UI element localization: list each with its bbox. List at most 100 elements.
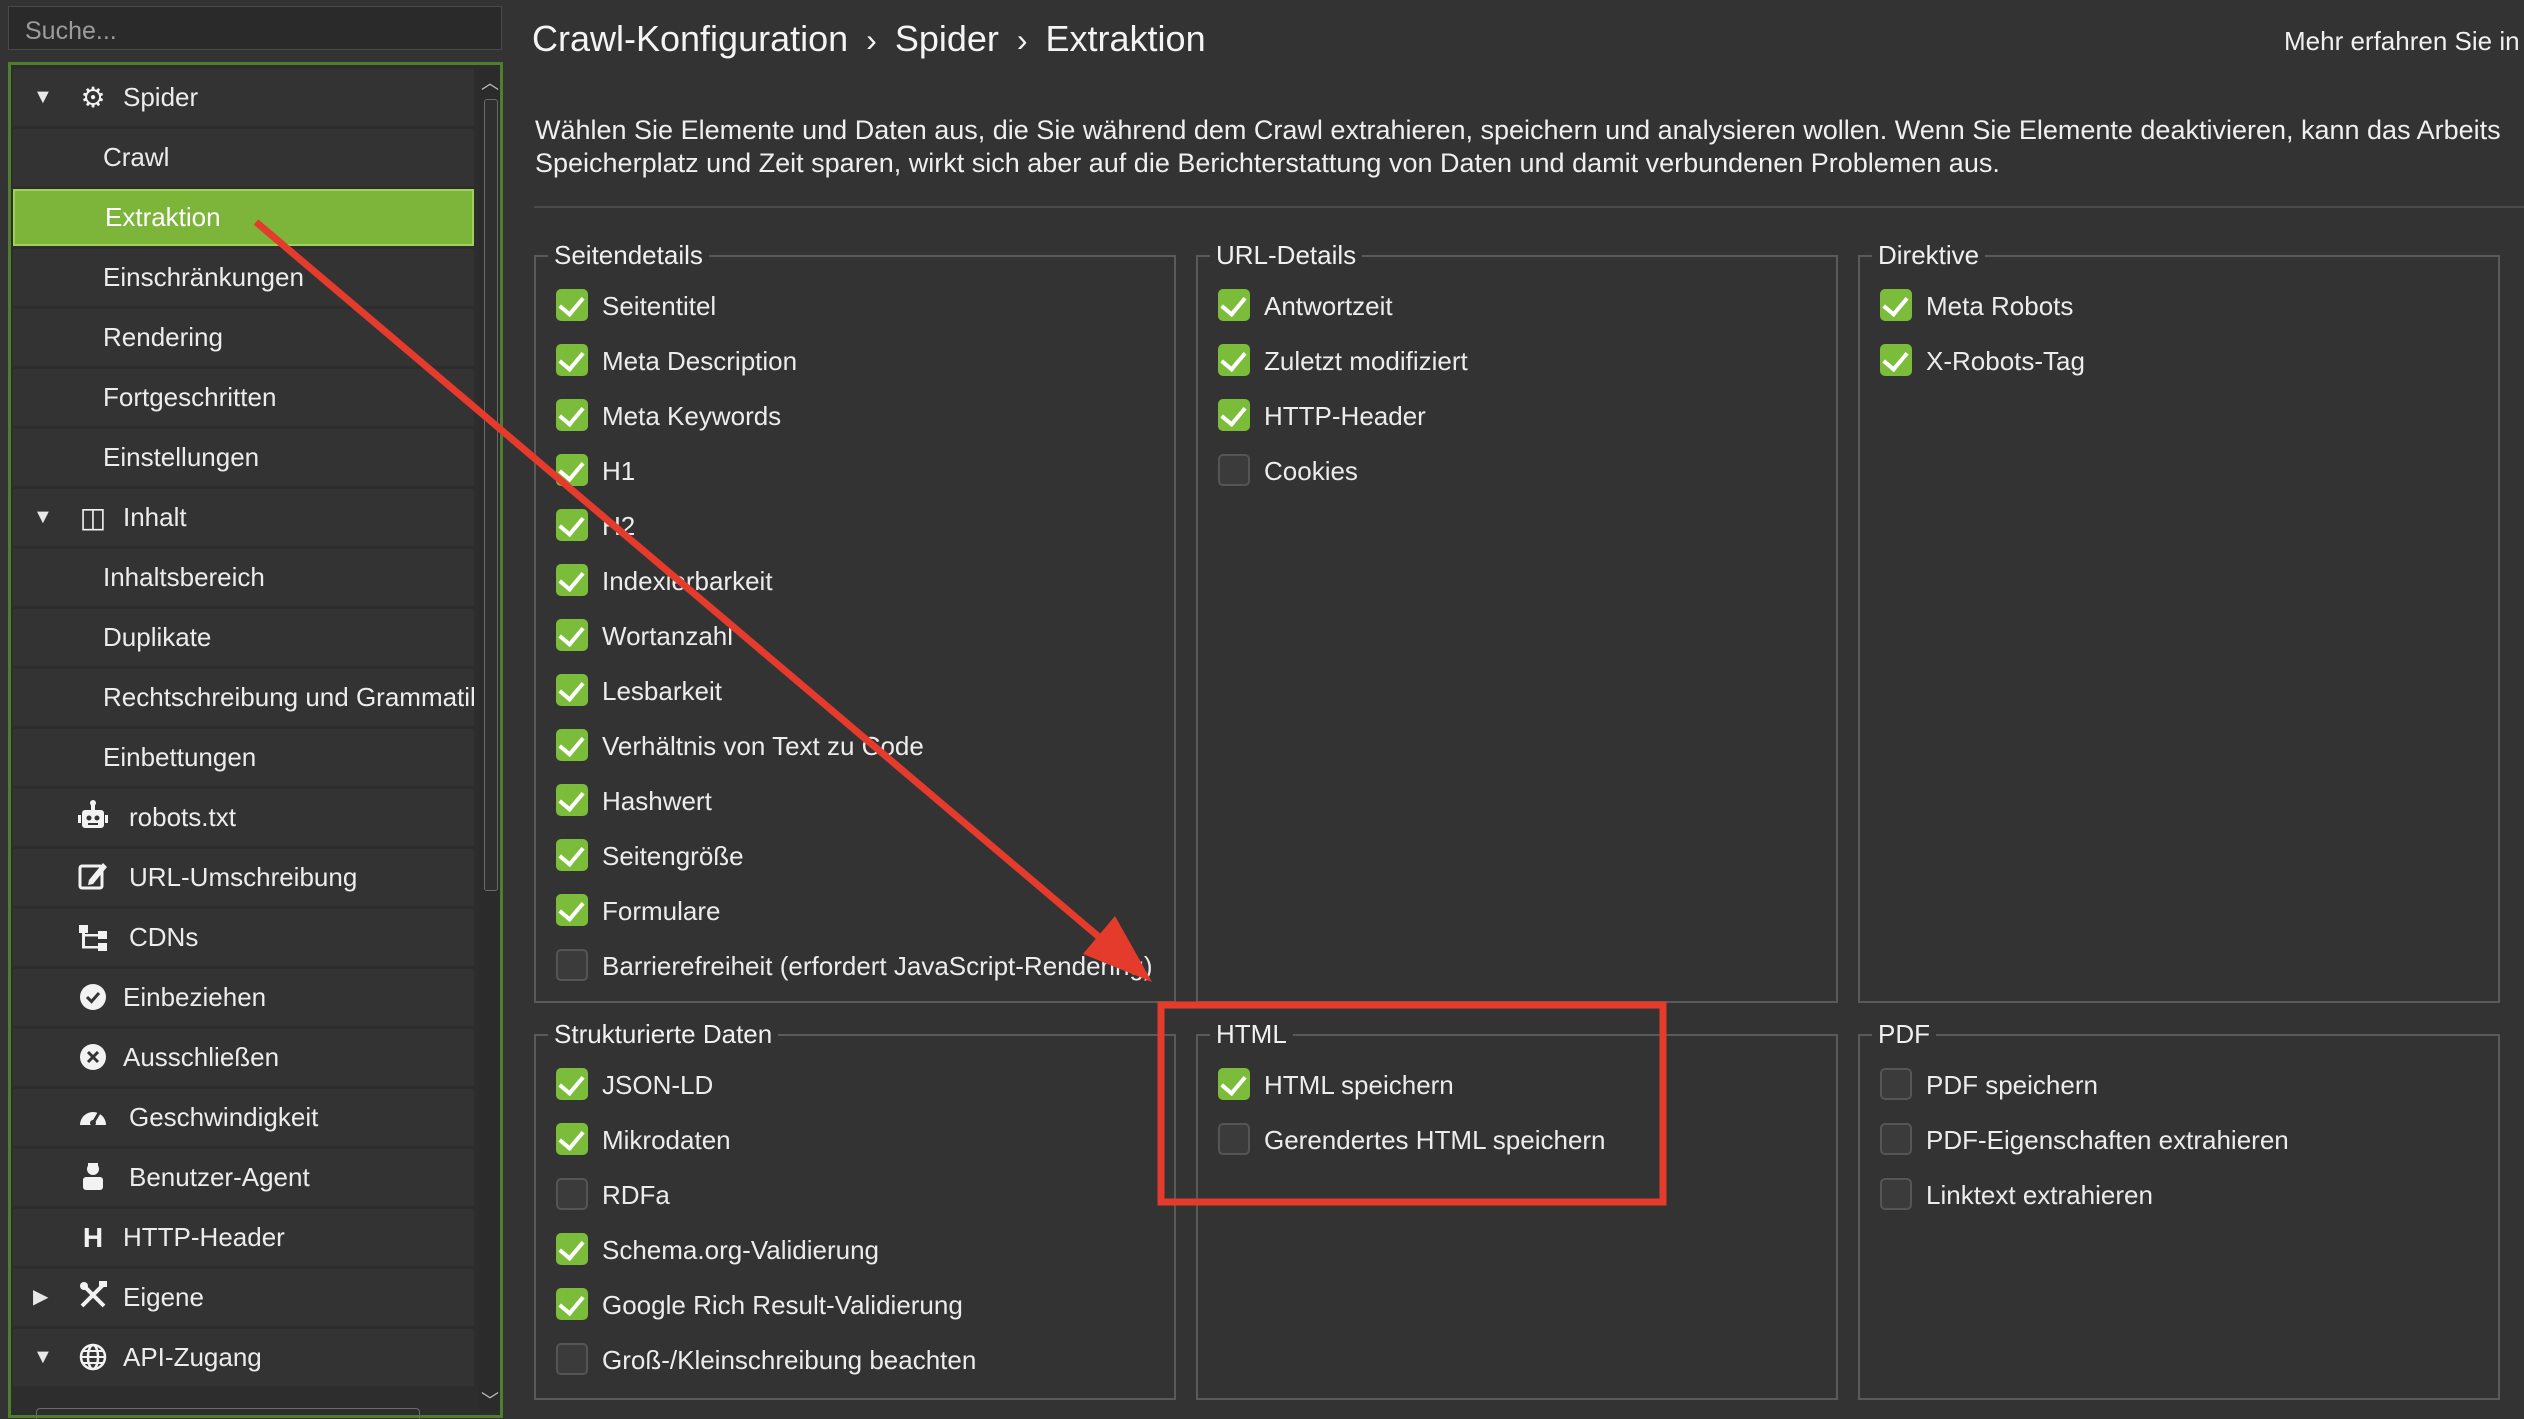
checkbox-label: Groß-/Kleinschreibung beachten (602, 1345, 977, 1375)
tree-item-rechtschreibung[interactable]: Rechtschreibung und Grammatik (13, 669, 474, 726)
group-html: HTML HTML speichern Gerendertes HTML spe… (1196, 1019, 1838, 1400)
breadcrumb-item[interactable]: Crawl-Konfiguration (532, 18, 848, 59)
checkbox-label: Meta Description (602, 346, 798, 376)
checkbox-checked[interactable] (556, 839, 588, 871)
checkbox-label: Meta Robots (1926, 291, 2074, 321)
tree-item-label: Ausschließen (123, 1042, 280, 1072)
checkbox-unchecked[interactable] (556, 1343, 588, 1375)
tree-item-einstellungen[interactable]: Einstellungen (13, 429, 474, 486)
checkbox-unchecked[interactable] (556, 1178, 588, 1210)
checkbox-unchecked[interactable] (1218, 454, 1250, 486)
checkbox-checked[interactable] (1880, 289, 1912, 321)
checkbox-checked[interactable] (556, 344, 588, 376)
tree-item-label: Crawl (103, 142, 170, 172)
learn-more-link[interactable]: Mehr erfahren Sie in (2284, 26, 2520, 57)
robot-icon (77, 789, 109, 846)
checkbox-checked[interactable] (1880, 344, 1912, 376)
tree-item-fortgeschritten[interactable]: Fortgeschritten (13, 369, 474, 426)
checkbox-label: Google Rich Result-Validierung (602, 1290, 963, 1320)
checkbox-checked[interactable] (556, 289, 588, 321)
checkbox-checked[interactable] (556, 894, 588, 926)
tree-item-eigene[interactable]: ▶ Eigene (13, 1269, 474, 1326)
collapse-triangle-icon[interactable]: ▼ (33, 489, 53, 546)
checkbox-checked[interactable] (556, 454, 588, 486)
checkbox-checked[interactable] (556, 1068, 588, 1100)
edit-icon (77, 849, 109, 906)
breadcrumb-item: Extraktion (1045, 18, 1206, 59)
tree-item-spider[interactable]: ▼ ⚙ Spider (13, 69, 474, 126)
checkbox-label: JSON-LD (602, 1070, 714, 1100)
tree-item-extraktion[interactable]: Extraktion (13, 189, 474, 246)
checkbox-label: Indexierbarkeit (602, 566, 773, 596)
tree-item-benutzer-agent[interactable]: Benutzer-Agent (13, 1149, 474, 1206)
tree-item-http-header[interactable]: H HTTP-Header (13, 1209, 474, 1266)
group-strukturierte-daten: Strukturierte Daten JSON-LD Mikrodaten R… (534, 1019, 1176, 1400)
scrollbar-thumb[interactable] (484, 99, 498, 891)
tree-item-cdns[interactable]: CDNs (13, 909, 474, 966)
checkbox-checked[interactable] (556, 399, 588, 431)
tree-item-robots-txt[interactable]: robots.txt (13, 789, 474, 846)
checkbox-checked[interactable] (556, 729, 588, 761)
sitemap-icon (77, 909, 109, 966)
tree-item-einbeziehen[interactable]: Einbeziehen (13, 969, 474, 1026)
collapse-triangle-icon[interactable]: ▼ (33, 69, 53, 126)
tree-horizontal-scrollbar[interactable] (36, 1408, 420, 1419)
checkbox-label: H1 (602, 456, 636, 486)
tree-item-einschraenkungen[interactable]: Einschränkungen (13, 249, 474, 306)
checkbox-label: Meta Keywords (602, 401, 782, 431)
checkbox-unchecked[interactable] (1880, 1178, 1912, 1210)
group-url-details: URL-Details Antwortzeit Zuletzt modifizi… (1196, 240, 1838, 1003)
search-input[interactable]: Suche... (8, 6, 502, 50)
checkbox-checked[interactable] (1218, 344, 1250, 376)
expand-triangle-icon[interactable]: ▶ (33, 1269, 48, 1326)
tree-item-crawl[interactable]: Crawl (13, 129, 474, 186)
tree-item-inhalt[interactable]: ▼ ◫ Inhalt (13, 489, 474, 546)
group-title: Seitendetails (548, 240, 709, 270)
breadcrumb: Crawl-Konfiguration › Spider › Extraktion (532, 18, 1206, 60)
group-title: URL-Details (1210, 240, 1363, 270)
group-direktive: Direktive Meta Robots X-Robots-Tag (1858, 240, 2500, 1003)
scroll-up-icon[interactable]: ︿ (481, 69, 499, 95)
page-description: Wählen Sie Elemente und Daten aus, die S… (535, 114, 2524, 184)
collapse-triangle-icon[interactable]: ▼ (33, 1329, 53, 1386)
checkbox-unchecked[interactable] (556, 949, 588, 981)
tree-item-label: HTTP-Header (123, 1222, 285, 1252)
checkbox-checked[interactable] (556, 619, 588, 651)
checkbox-checked[interactable] (556, 509, 588, 541)
scroll-down-icon[interactable]: ﹀ (481, 1387, 499, 1413)
tree-vertical-scrollbar[interactable]: ︿ ﹀ (479, 69, 500, 1413)
tree-item-ausschliessen[interactable]: Ausschließen (13, 1029, 474, 1086)
tree-item-url-umschreibung[interactable]: URL-Umschreibung (13, 849, 474, 906)
checkbox-label: Cookies (1264, 456, 1358, 486)
tree-item-einbettungen[interactable]: Einbettungen (13, 729, 474, 786)
checkbox-checked[interactable] (1218, 399, 1250, 431)
tree-item-label: Spider (123, 82, 199, 112)
tree-item-geschwindigkeit[interactable]: Geschwindigkeit (13, 1089, 474, 1146)
checkbox-checked[interactable] (556, 1288, 588, 1320)
tree-item-label: Eigene (123, 1282, 204, 1312)
checkbox-unchecked[interactable] (1218, 1123, 1250, 1155)
checkbox-checked[interactable] (1218, 1068, 1250, 1100)
checkbox-unchecked[interactable] (1880, 1123, 1912, 1155)
tree-item-label: CDNs (129, 922, 199, 952)
tree-item-api-zugang[interactable]: ▼ API-Zugang (13, 1329, 474, 1386)
tree-item-duplikate[interactable]: Duplikate (13, 609, 474, 666)
checkbox-checked[interactable] (556, 1123, 588, 1155)
checkbox-checked[interactable] (556, 674, 588, 706)
checkbox-label: Seitengröße (602, 841, 744, 871)
tree-item-rendering[interactable]: Rendering (13, 309, 474, 366)
check-circle-icon (77, 969, 109, 1026)
tree-item-label: Benutzer-Agent (129, 1162, 310, 1192)
checkbox-label: HTTP-Header (1264, 401, 1426, 431)
checkbox-checked[interactable] (556, 564, 588, 596)
description-line: Wählen Sie Elemente und Daten aus, die S… (535, 115, 2501, 145)
checkbox-checked[interactable] (1218, 289, 1250, 321)
checkbox-checked[interactable] (556, 784, 588, 816)
tree-item-inhaltsbereich[interactable]: Inhaltsbereich (13, 549, 474, 606)
x-circle-icon (77, 1029, 109, 1086)
checkbox-label: Hashwert (602, 786, 712, 816)
breadcrumb-item[interactable]: Spider (895, 18, 999, 59)
checkbox-checked[interactable] (556, 1233, 588, 1265)
checkbox-label: Gerendertes HTML speichern (1264, 1125, 1606, 1155)
checkbox-unchecked[interactable] (1880, 1068, 1912, 1100)
